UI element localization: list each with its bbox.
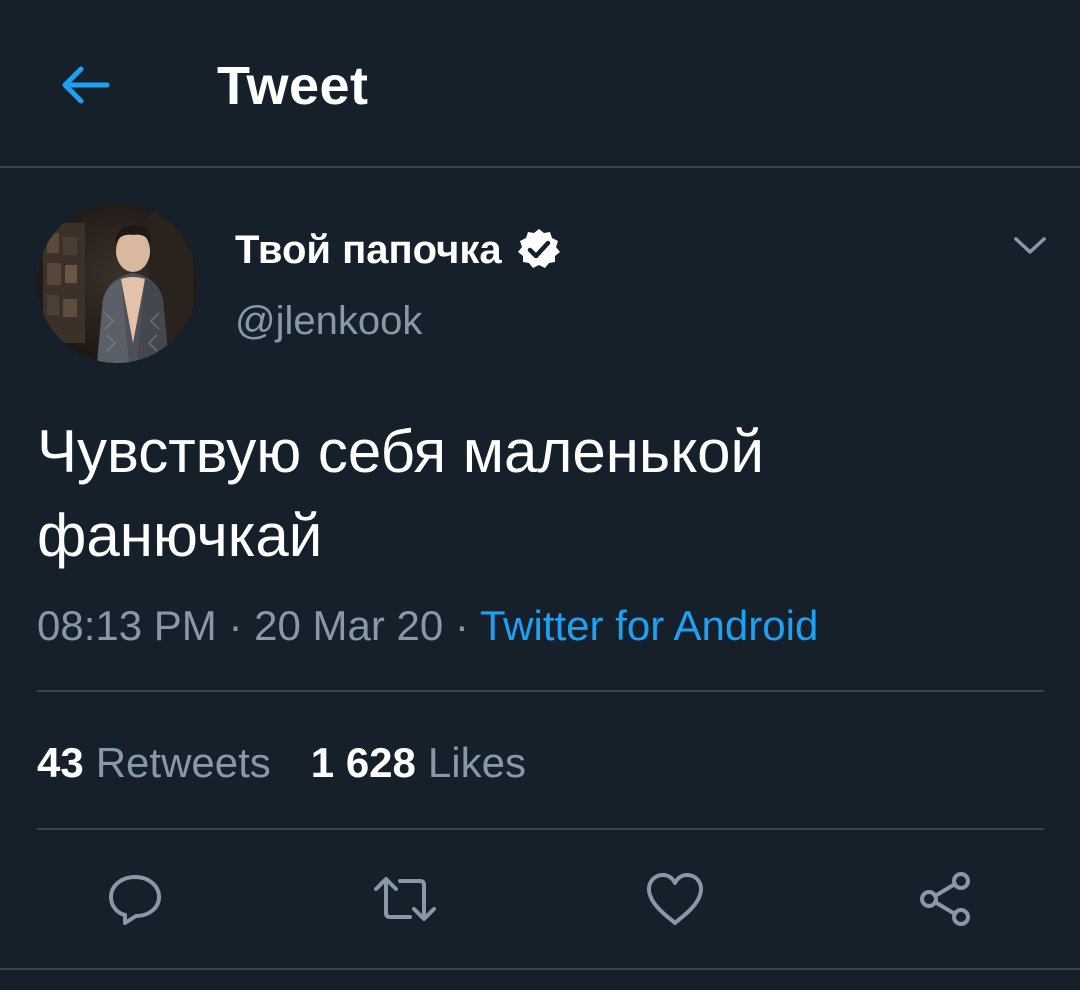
tweet-stats: 43 Retweets 1 628 Likes	[37, 737, 566, 789]
likes-label: Likes	[427, 739, 526, 786]
share-icon	[920, 872, 970, 926]
tweet-metadata: 08:13 PM · 20 Mar 20 · Twitter for Andro…	[37, 600, 818, 652]
verified-badge-icon	[516, 227, 562, 273]
like-button[interactable]	[640, 864, 710, 934]
likes-stat[interactable]: 1 628 Likes	[311, 737, 526, 789]
author-name-row[interactable]: Твой папочка	[235, 222, 562, 278]
tweet-time: 08:13 PM	[37, 602, 217, 649]
chevron-down-icon	[1014, 237, 1046, 254]
reply-icon	[109, 875, 161, 925]
page-title: Tweet	[217, 56, 369, 116]
back-button[interactable]	[50, 50, 120, 120]
share-button[interactable]	[910, 864, 980, 934]
tweet-menu-button[interactable]	[1008, 228, 1052, 264]
tweet-header: Tweet	[0, 0, 1080, 168]
retweets-label: Retweets	[95, 739, 271, 786]
likes-count: 1 628	[310, 739, 416, 786]
display-name: Твой папочка	[235, 228, 502, 272]
tweet-date: 20 Mar 20	[254, 602, 444, 649]
tweet-source-link[interactable]: Twitter for Android	[480, 602, 818, 649]
tweet-actions-bar	[0, 832, 1080, 970]
author-handle[interactable]: @jlenkook	[235, 296, 422, 346]
reply-button[interactable]	[100, 864, 170, 934]
heart-icon	[647, 873, 703, 925]
meta-separator: ·	[454, 602, 469, 649]
meta-separator: ·	[228, 602, 243, 649]
retweets-stat[interactable]: 43 Retweets	[37, 737, 271, 789]
arrow-left-icon	[62, 66, 110, 104]
retweets-count: 43	[37, 739, 84, 786]
divider	[37, 828, 1044, 830]
divider	[37, 690, 1044, 692]
profile-photo	[37, 203, 197, 363]
retweet-button[interactable]	[370, 864, 440, 934]
avatar[interactable]	[37, 203, 197, 363]
tweet-text: Чувствую себя маленькой фанючкай	[37, 418, 765, 569]
retweet-icon	[374, 877, 436, 921]
